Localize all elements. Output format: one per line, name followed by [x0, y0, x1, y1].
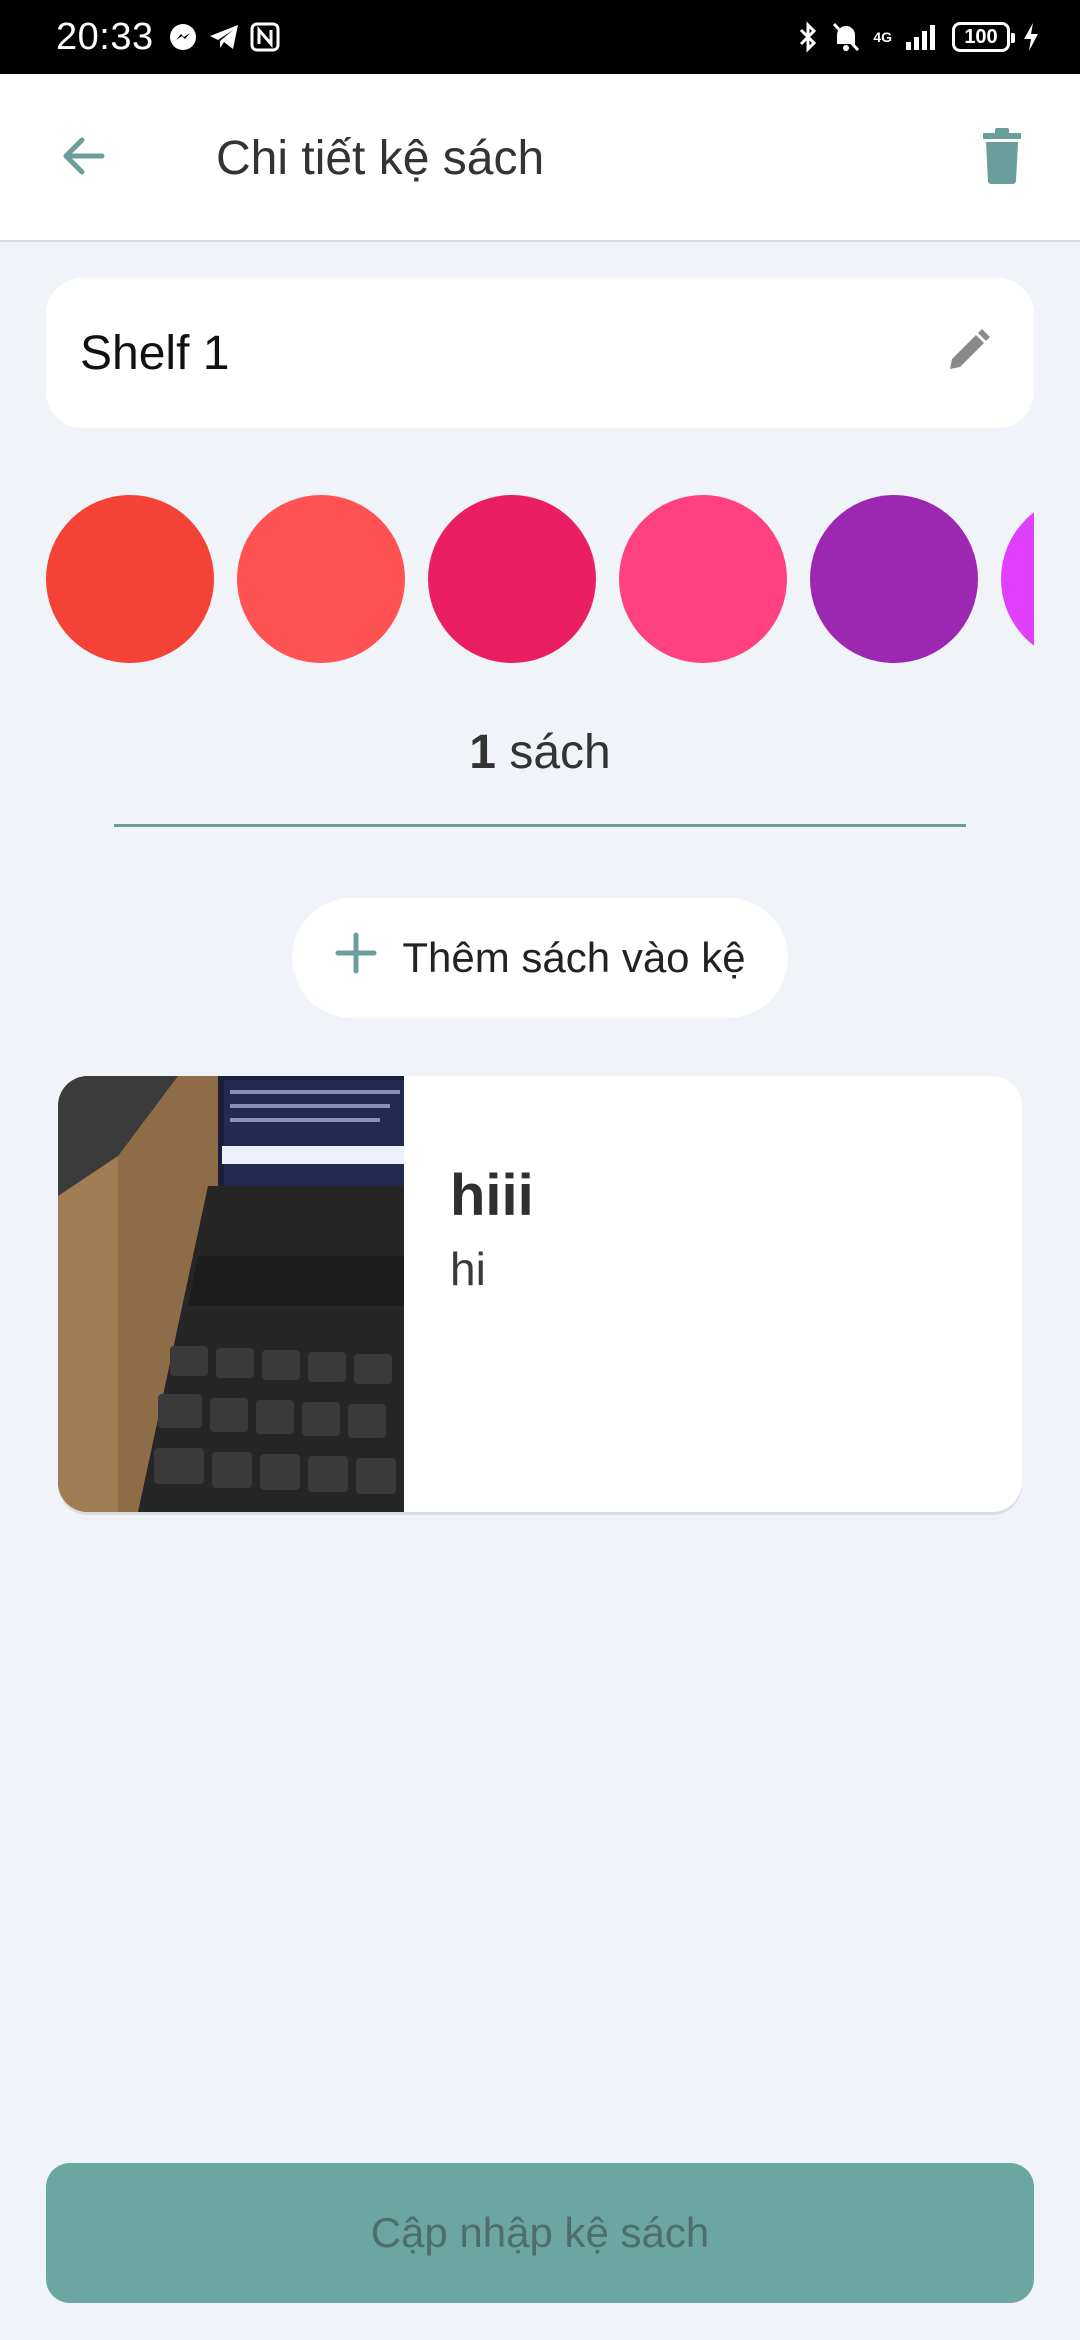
book-title: hiii — [450, 1163, 534, 1228]
arrow-left-icon — [56, 128, 112, 189]
divider — [114, 824, 966, 827]
battery-indicator: 100 — [952, 22, 1015, 52]
status-notification-icons — [168, 22, 280, 52]
status-bar: 20:33 4G 100 — [0, 0, 1080, 74]
color-swatch[interactable] — [428, 495, 596, 663]
delete-button[interactable] — [964, 120, 1040, 196]
add-book-label: Thêm sách vào kệ — [402, 934, 746, 981]
color-picker — [46, 495, 1034, 665]
book-card[interactable]: hiii hi — [58, 1076, 1022, 1512]
signal-icon — [904, 22, 940, 52]
edit-name-button[interactable] — [936, 321, 1000, 385]
color-swatch[interactable] — [1001, 495, 1034, 663]
nfc-icon — [250, 22, 280, 52]
status-time: 20:33 — [56, 15, 154, 58]
color-swatch[interactable] — [237, 495, 405, 663]
status-right: 4G 100 — [797, 21, 1040, 53]
page-title: Chi tiết kệ sách — [216, 131, 545, 185]
color-swatch[interactable] — [619, 495, 787, 663]
add-book-button[interactable]: Thêm sách vào kệ — [292, 898, 788, 1018]
charging-icon — [1022, 21, 1040, 53]
network-type: 4G — [873, 29, 892, 45]
app-bar: Chi tiết kệ sách — [0, 74, 1080, 242]
shelf-name: Shelf 1 — [80, 326, 230, 380]
back-button[interactable] — [46, 120, 122, 196]
book-count: 1 sách — [0, 725, 1080, 780]
book-count-number: 1 — [469, 726, 496, 779]
telegram-icon — [208, 22, 240, 52]
color-swatch[interactable] — [46, 495, 214, 663]
book-count-unit: sách — [509, 726, 611, 779]
color-swatch[interactable] — [810, 495, 978, 663]
trash-icon — [979, 127, 1025, 190]
plus-icon — [334, 931, 378, 985]
update-shelf-button[interactable]: Cập nhập kệ sách — [46, 2163, 1034, 2303]
book-cover-image — [58, 1076, 404, 1512]
status-left: 20:33 — [56, 16, 280, 59]
mute-icon — [831, 21, 861, 53]
screen: 20:33 4G 100 Chi tiết kệ sách Shelf 1 1 … — [0, 0, 1080, 2340]
pencil-icon — [944, 327, 992, 380]
bluetooth-icon — [797, 21, 819, 53]
messenger-icon — [168, 22, 198, 52]
shelf-name-card: Shelf 1 — [46, 278, 1034, 428]
book-description: hi — [450, 1243, 486, 1295]
